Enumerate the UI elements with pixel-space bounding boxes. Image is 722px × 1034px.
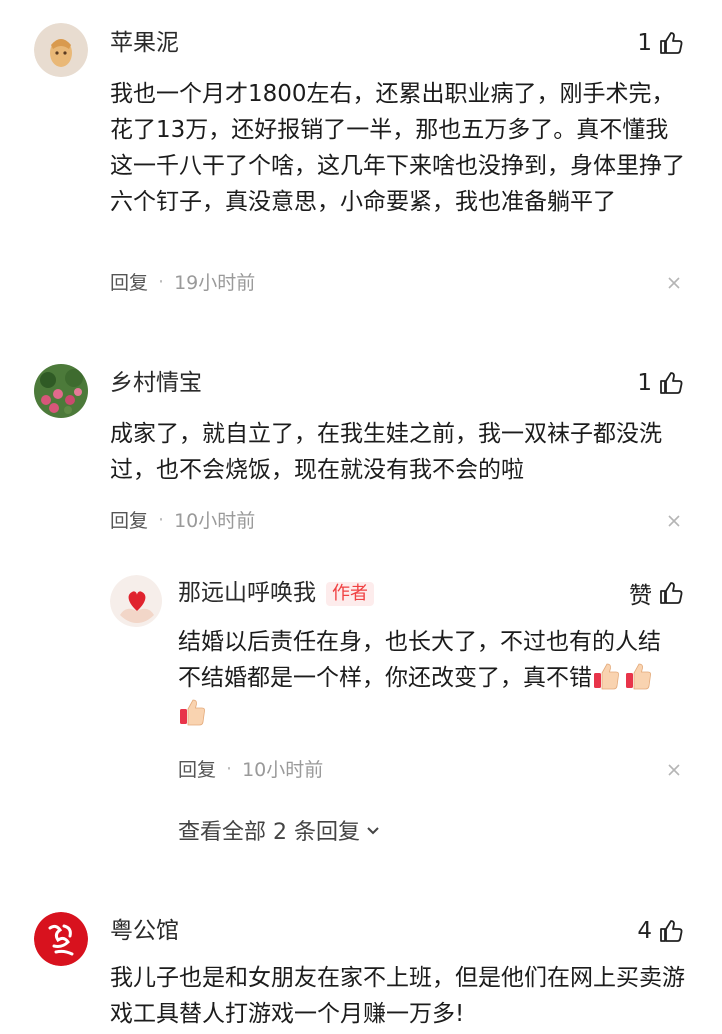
comment-text: 我儿子也是和女朋友在家不上班，但是他们在网上买卖游戏工具替人打游戏一个月赚一万多… xyxy=(110,965,685,1027)
thumbs-up-icon xyxy=(658,918,684,944)
thumbs-up-emoji-icon xyxy=(178,697,206,727)
timestamp: 19小时前 xyxy=(174,272,256,294)
like-count: 1 xyxy=(637,30,652,56)
comment-text: 我也一个月才1800左右，还累出职业病了，刚手术完，花了13万，还好报销了一半，… xyxy=(110,81,685,215)
separator-dot: · xyxy=(158,270,165,293)
comment-meta: 回复 · 19小时前 xyxy=(110,268,255,295)
separator-dot: · xyxy=(226,757,233,780)
comment-list: 苹果泥 1 我也一个月才1800左右，还累出职业病了，刚手术完，花了13万，还好… xyxy=(0,0,722,1034)
username[interactable]: 乡村情宝 xyxy=(110,368,202,398)
like-label: 赞 xyxy=(629,583,652,609)
reply-username: 那远山呼唤我 xyxy=(178,580,316,606)
author-badge: 作者 xyxy=(326,581,374,606)
reply-button[interactable]: 回复 xyxy=(110,268,148,295)
reply-text: 结婚以后责任在身，也长大了，不过也有的人结 不结婚都是一个样，你还改变了，真不错 xyxy=(178,624,688,732)
like-count: 1 xyxy=(637,370,652,396)
username[interactable]: 粤公馆 xyxy=(110,916,179,946)
timestamp: 10小时前 xyxy=(242,759,324,781)
avatar[interactable] xyxy=(34,364,88,418)
comment-meta: 回复 · 10小时前 xyxy=(110,506,255,533)
close-icon[interactable] xyxy=(666,275,682,291)
view-all-label: 查看全部 2 条回复 xyxy=(178,820,360,845)
reply-text-line xyxy=(178,696,688,732)
like-button[interactable]: 1 xyxy=(637,28,684,58)
reply-text-line: 不结婚都是一个样，你还改变了，真不错 xyxy=(178,660,688,696)
avatar[interactable] xyxy=(110,575,162,627)
reply-button[interactable]: 回复 xyxy=(110,506,148,533)
separator-dot: · xyxy=(158,508,165,531)
reply-text-line: 结婚以后责任在身，也长大了，不过也有的人结 xyxy=(178,629,661,655)
reply-button[interactable]: 回复 xyxy=(178,755,216,782)
timestamp: 10小时前 xyxy=(174,510,256,532)
like-button[interactable]: 赞 xyxy=(629,578,684,609)
view-all-replies-button[interactable]: 查看全部 2 条回复 xyxy=(178,814,382,846)
like-count: 4 xyxy=(637,918,652,944)
chevron-down-icon xyxy=(364,821,382,839)
avatar[interactable] xyxy=(34,23,88,77)
reply-meta: 回复 · 10小时前 xyxy=(178,755,323,782)
thumbs-up-emoji-icon xyxy=(592,661,620,691)
username[interactable]: 苹果泥 xyxy=(110,28,179,58)
like-button[interactable]: 1 xyxy=(637,368,684,398)
username[interactable]: 那远山呼唤我 作者 xyxy=(178,578,374,608)
comment-text: 成家了，就自立了，在我生娃之前，我一双袜子都没洗过，也不会烧饭，现在就没有我不会… xyxy=(110,421,662,483)
like-button[interactable]: 4 xyxy=(637,916,684,946)
close-icon[interactable] xyxy=(666,762,682,778)
thumbs-up-icon xyxy=(658,580,684,606)
thumbs-up-emoji-icon xyxy=(624,661,652,691)
thumbs-up-icon xyxy=(658,370,684,396)
close-icon[interactable] xyxy=(666,513,682,529)
avatar[interactable] xyxy=(34,912,88,966)
thumbs-up-icon xyxy=(658,30,684,56)
